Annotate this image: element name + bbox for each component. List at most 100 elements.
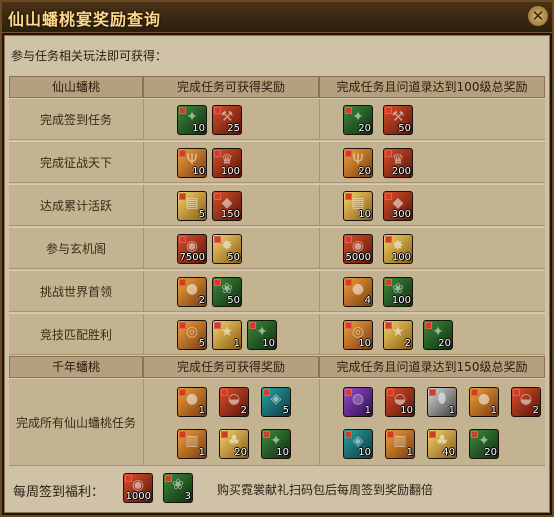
task-label: 达成累计活跃 — [39, 198, 112, 213]
item-count: 50 — [227, 295, 240, 306]
pouch-icon[interactable]: ● 1 — [177, 387, 207, 417]
crown-icon[interactable]: ♛ 100 — [212, 148, 242, 178]
gourd-icon[interactable]: ♣ 20 — [219, 429, 249, 459]
item-count: 20 — [358, 123, 371, 134]
column-divider — [143, 185, 144, 225]
item-count: 10 — [358, 338, 371, 349]
column-divider — [319, 99, 320, 139]
item-count: 1 — [406, 447, 413, 458]
flower-icon[interactable]: ❀ 50 — [212, 277, 242, 307]
item-count: 10 — [192, 123, 205, 134]
column-divider — [319, 228, 320, 268]
item-count: 2 — [404, 338, 411, 349]
bag-icon[interactable]: ◒ 2 — [511, 387, 541, 417]
item-count: 50 — [227, 252, 240, 263]
item-count: 100 — [391, 295, 411, 306]
gem-icon[interactable]: ◆ 150 — [212, 191, 242, 221]
drum-icon[interactable]: ◉ 1000 — [123, 473, 153, 503]
item-count: 5 — [198, 209, 205, 220]
star-icon[interactable]: ★ 1 — [212, 320, 242, 350]
pouch-icon[interactable]: ● 1 — [469, 387, 499, 417]
header-reward-2: 完成任务可获得奖励 — [143, 356, 319, 378]
burst-icon[interactable]: ✸ 50 — [212, 234, 242, 264]
item-count: 25 — [227, 123, 240, 134]
fish-icon[interactable]: ✦ 10 — [177, 105, 207, 135]
item-count: 1000 — [125, 491, 151, 502]
header-reward-1: 完成任务可获得奖励 — [143, 76, 319, 98]
orb-icon[interactable]: ◍ 1 — [343, 387, 373, 417]
item-count: 100 — [391, 252, 411, 263]
item-count: 10 — [358, 209, 371, 220]
item-count: 10 — [358, 447, 371, 458]
pouch-icon[interactable]: ● 2 — [177, 277, 207, 307]
item-count: 40 — [442, 447, 455, 458]
drum-icon[interactable]: ◉15000 — [343, 234, 373, 264]
gem-icon[interactable]: ◆ 300 — [383, 191, 413, 221]
item-count: 20 — [438, 338, 451, 349]
item-count: 1 — [448, 405, 455, 416]
column-divider — [143, 99, 144, 139]
header-task-group-1: 仙山蟠桃 — [9, 76, 143, 98]
column-divider — [319, 379, 320, 465]
task-row: 竞技匹配胜利 ◎ 5 ★ 1 ✦ 10 ◎ 10 ★ 2 ✦ 20 — [9, 313, 545, 355]
coin-icon[interactable]: ◎ 10 — [343, 320, 373, 350]
header-total-reward-2: 完成任务且问道录达到150级总奖励 — [319, 356, 545, 378]
bag-icon[interactable]: ◒ 2 — [219, 387, 249, 417]
flower-icon[interactable]: ❀ 3 — [163, 473, 193, 503]
item-count: 2 — [198, 295, 205, 306]
book-icon[interactable]: ▥ 1 — [177, 429, 207, 459]
coin-icon[interactable]: ◎ 5 — [177, 320, 207, 350]
hammer-icon[interactable]: ⚒ 50 — [383, 105, 413, 135]
task-row: 参与玄机阁 ◉7500✸50 ◉15000 ✸100 — [9, 227, 545, 269]
bag-icon[interactable]: ◒ 10 — [385, 387, 415, 417]
item-count: 300 — [391, 209, 411, 220]
item-count: 5 — [282, 405, 289, 416]
fish-icon[interactable]: ✦ 20 — [423, 320, 453, 350]
egg-icon[interactable]: ⬮ 1 — [427, 387, 457, 417]
crystal-icon[interactable]: ◈ 5 — [261, 387, 291, 417]
column-divider — [143, 142, 144, 182]
item-count: 4 — [364, 295, 371, 306]
trident-icon[interactable]: Ψ 20 — [343, 148, 373, 178]
item-count: 20 — [234, 447, 247, 458]
hammer-icon[interactable]: ⚒ 25 — [212, 105, 242, 135]
weekly-signin-label: 每周签到福利： — [13, 485, 105, 500]
item-count: 3 — [184, 491, 191, 502]
item-count: 50 — [398, 123, 411, 134]
flower-icon[interactable]: ❀ 100 — [383, 277, 413, 307]
task-row: 挑战世界首领 ● 2 ❀ 50 ● 4 ❀ 100 — [9, 270, 545, 312]
pouch-icon[interactable]: ● 4 — [343, 277, 373, 307]
trident-icon[interactable]: Ψ 10 — [177, 148, 207, 178]
item-count: 10 — [262, 338, 275, 349]
weekly-signin-footer: 每周签到福利： 购买霓裳献礼扫码包后每周签到奖励翻倍 ◉ 1000 ❀ 3 — [9, 469, 545, 510]
column-divider — [319, 271, 320, 311]
column-divider — [143, 314, 144, 354]
task-label: 竞技匹配胜利 — [39, 327, 112, 342]
star-icon[interactable]: ★ 2 — [383, 320, 413, 350]
fish-icon[interactable]: ✦ 10 — [247, 320, 277, 350]
book-icon[interactable]: ▥ 1 — [385, 429, 415, 459]
burst-icon[interactable]: ✸ 100 — [383, 234, 413, 264]
task-row: 完成征战天下 Ψ 10 ♛ 100 Ψ 20 ♛ 200 — [9, 141, 545, 183]
scroll-icon[interactable]: ▤ 5 — [177, 191, 207, 221]
scroll-icon[interactable]: ▤ 10 — [343, 191, 373, 221]
column-divider — [143, 228, 144, 268]
drum-icon[interactable]: ◉ 7500 — [177, 234, 207, 264]
task-row: 完成所有仙山蟠桃任务 ● 1 ◒ 2 ◈ 5 ▥ 1 ♣ 20 ✦ 10 ◍ 1 ◒ 10 ⬮ 1 ● 1 ◒ 2 ◈ 10 ▥ 1… — [9, 378, 545, 466]
header-total-reward-1: 完成任务且问道录达到100级总奖励 — [319, 76, 545, 98]
fish-icon[interactable]: ✦ 20 — [343, 105, 373, 135]
fish-icon[interactable]: ✦ 20 — [469, 429, 499, 459]
column-divider — [143, 271, 144, 311]
intro-text: 参与任务相关玩法即可获得： — [11, 49, 168, 63]
crown-icon[interactable]: ♛ 200 — [383, 148, 413, 178]
fish-icon[interactable]: ✦ 10 — [261, 429, 291, 459]
item-count: 20 — [484, 447, 497, 458]
item-count: 100 — [220, 166, 240, 177]
item-count: 15000 — [344, 252, 371, 263]
close-icon[interactable]: ✕ — [528, 6, 548, 26]
gourd-icon[interactable]: ♣ 40 — [427, 429, 457, 459]
item-count: 200 — [391, 166, 411, 177]
item-count: 2 — [532, 405, 539, 416]
item-count: 1 — [364, 405, 371, 416]
crystal-icon[interactable]: ◈ 10 — [343, 429, 373, 459]
